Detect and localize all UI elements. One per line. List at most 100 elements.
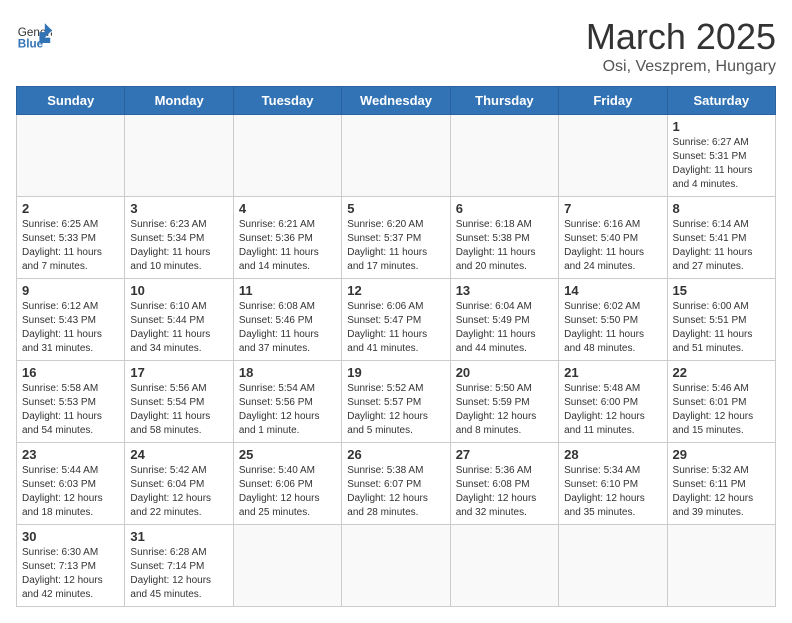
day-number: 26 <box>347 447 444 462</box>
day-number: 27 <box>456 447 553 462</box>
calendar-row-3: 16 Sunrise: 5:58 AM Sunset: 5:53 PM Dayli… <box>17 361 776 443</box>
day-number: 1 <box>673 119 770 134</box>
calendar-cell <box>667 525 775 607</box>
weekday-monday: Monday <box>125 87 233 115</box>
calendar-row-4: 23 Sunrise: 5:44 AM Sunset: 6:03 PM Dayli… <box>17 443 776 525</box>
day-info: Sunrise: 5:44 AM Sunset: 6:03 PM Dayligh… <box>22 464 119 520</box>
day-info: Sunrise: 5:54 AM Sunset: 5:56 PM Dayligh… <box>239 382 336 438</box>
day-info: Sunrise: 6:28 AM Sunset: 7:14 PM Dayligh… <box>130 546 227 602</box>
day-info: Sunrise: 6:02 AM Sunset: 5:50 PM Dayligh… <box>564 300 661 356</box>
calendar-cell: 5 Sunrise: 6:20 AM Sunset: 5:37 PM Daylig… <box>342 197 450 279</box>
calendar-cell: 11 Sunrise: 6:08 AM Sunset: 5:46 PM Dayli… <box>233 279 341 361</box>
day-info: Sunrise: 6:04 AM Sunset: 5:49 PM Dayligh… <box>456 300 553 356</box>
day-info: Sunrise: 6:18 AM Sunset: 5:38 PM Dayligh… <box>456 218 553 274</box>
calendar-cell: 16 Sunrise: 5:58 AM Sunset: 5:53 PM Dayli… <box>17 361 125 443</box>
day-number: 23 <box>22 447 119 462</box>
day-number: 21 <box>564 365 661 380</box>
calendar-cell <box>450 115 558 197</box>
day-info: Sunrise: 6:14 AM Sunset: 5:41 PM Dayligh… <box>673 218 770 274</box>
day-info: Sunrise: 6:21 AM Sunset: 5:36 PM Dayligh… <box>239 218 336 274</box>
calendar-cell: 13Sunrise: 6:04 AM Sunset: 5:49 PM Dayli… <box>450 279 558 361</box>
calendar-row-2: 9 Sunrise: 6:12 AM Sunset: 5:43 PM Daylig… <box>17 279 776 361</box>
day-info: Sunrise: 5:52 AM Sunset: 5:57 PM Dayligh… <box>347 382 444 438</box>
day-number: 10 <box>130 283 227 298</box>
day-info: Sunrise: 5:48 AM Sunset: 6:00 PM Dayligh… <box>564 382 661 438</box>
calendar-cell <box>233 115 341 197</box>
calendar-row-1: 2Sunrise: 6:25 AM Sunset: 5:33 PM Daylig… <box>17 197 776 279</box>
day-info: Sunrise: 5:42 AM Sunset: 6:04 PM Dayligh… <box>130 464 227 520</box>
calendar-cell: 14 Sunrise: 6:02 AM Sunset: 5:50 PM Dayli… <box>559 279 667 361</box>
day-info: Sunrise: 6:27 AM Sunset: 5:31 PM Dayligh… <box>673 136 770 192</box>
calendar-cell: 24Sunrise: 5:42 AM Sunset: 6:04 PM Dayli… <box>125 443 233 525</box>
day-info: Sunrise: 6:08 AM Sunset: 5:46 PM Dayligh… <box>239 300 336 356</box>
day-number: 9 <box>22 283 119 298</box>
calendar-cell <box>342 525 450 607</box>
calendar-cell: 21 Sunrise: 5:48 AM Sunset: 6:00 PM Dayli… <box>559 361 667 443</box>
logo: General Blue <box>16 16 52 52</box>
day-info: Sunrise: 6:25 AM Sunset: 5:33 PM Dayligh… <box>22 218 119 274</box>
day-info: Sunrise: 5:58 AM Sunset: 5:53 PM Dayligh… <box>22 382 119 438</box>
calendar-cell: 10Sunrise: 6:10 AM Sunset: 5:44 PM Dayli… <box>125 279 233 361</box>
calendar-cell <box>125 115 233 197</box>
day-info: Sunrise: 5:50 AM Sunset: 5:59 PM Dayligh… <box>456 382 553 438</box>
calendar-cell <box>342 115 450 197</box>
month-year: March 2025 <box>586 16 776 58</box>
calendar-cell: 28Sunrise: 5:34 AM Sunset: 6:10 PM Dayli… <box>559 443 667 525</box>
calendar-cell: 6 Sunrise: 6:18 AM Sunset: 5:38 PM Daylig… <box>450 197 558 279</box>
calendar-cell: 30 Sunrise: 6:30 AM Sunset: 7:13 PM Dayli… <box>17 525 125 607</box>
day-number: 6 <box>456 201 553 216</box>
day-info: Sunrise: 6:23 AM Sunset: 5:34 PM Dayligh… <box>130 218 227 274</box>
day-number: 20 <box>456 365 553 380</box>
day-number: 3 <box>130 201 227 216</box>
day-number: 28 <box>564 447 661 462</box>
calendar-cell: 19Sunrise: 5:52 AM Sunset: 5:57 PM Dayli… <box>342 361 450 443</box>
calendar-cell: 26 Sunrise: 5:38 AM Sunset: 6:07 PM Dayli… <box>342 443 450 525</box>
calendar-cell <box>450 525 558 607</box>
day-number: 30 <box>22 529 119 544</box>
calendar-cell <box>559 115 667 197</box>
calendar-cell: 3 Sunrise: 6:23 AM Sunset: 5:34 PM Daylig… <box>125 197 233 279</box>
calendar-table: SundayMondayTuesdayWednesdayThursdayFrid… <box>16 86 776 607</box>
day-number: 15 <box>673 283 770 298</box>
weekday-sunday: Sunday <box>17 87 125 115</box>
day-number: 14 <box>564 283 661 298</box>
day-number: 8 <box>673 201 770 216</box>
day-info: Sunrise: 6:30 AM Sunset: 7:13 PM Dayligh… <box>22 546 119 602</box>
day-number: 16 <box>22 365 119 380</box>
calendar-cell: 25Sunrise: 5:40 AM Sunset: 6:06 PM Dayli… <box>233 443 341 525</box>
day-number: 12 <box>347 283 444 298</box>
day-number: 22 <box>673 365 770 380</box>
calendar-cell: 27 Sunrise: 5:36 AM Sunset: 6:08 PM Dayli… <box>450 443 558 525</box>
day-number: 17 <box>130 365 227 380</box>
day-number: 11 <box>239 283 336 298</box>
calendar-cell: 9 Sunrise: 6:12 AM Sunset: 5:43 PM Daylig… <box>17 279 125 361</box>
day-info: Sunrise: 5:56 AM Sunset: 5:54 PM Dayligh… <box>130 382 227 438</box>
day-info: Sunrise: 6:00 AM Sunset: 5:51 PM Dayligh… <box>673 300 770 356</box>
calendar-row-0: 1 Sunrise: 6:27 AM Sunset: 5:31 PM Daylig… <box>17 115 776 197</box>
calendar-cell: 31 Sunrise: 6:28 AM Sunset: 7:14 PM Dayli… <box>125 525 233 607</box>
calendar-cell: 1 Sunrise: 6:27 AM Sunset: 5:31 PM Daylig… <box>667 115 775 197</box>
calendar-cell: 8 Sunrise: 6:14 AM Sunset: 5:41 PM Daylig… <box>667 197 775 279</box>
day-number: 5 <box>347 201 444 216</box>
weekday-header-row: SundayMondayTuesdayWednesdayThursdayFrid… <box>17 87 776 115</box>
header: General Blue March 2025 Osi, Veszprem, H… <box>16 16 776 76</box>
weekday-friday: Friday <box>559 87 667 115</box>
day-info: Sunrise: 6:20 AM Sunset: 5:37 PM Dayligh… <box>347 218 444 274</box>
calendar-cell: 15 Sunrise: 6:00 AM Sunset: 5:51 PM Dayli… <box>667 279 775 361</box>
calendar-cell: 12Sunrise: 6:06 AM Sunset: 5:47 PM Dayli… <box>342 279 450 361</box>
day-info: Sunrise: 6:16 AM Sunset: 5:40 PM Dayligh… <box>564 218 661 274</box>
day-info: Sunrise: 5:38 AM Sunset: 6:07 PM Dayligh… <box>347 464 444 520</box>
calendar-cell: 2Sunrise: 6:25 AM Sunset: 5:33 PM Daylig… <box>17 197 125 279</box>
location: Osi, Veszprem, Hungary <box>586 58 776 76</box>
day-info: Sunrise: 6:12 AM Sunset: 5:43 PM Dayligh… <box>22 300 119 356</box>
calendar-cell: 29Sunrise: 5:32 AM Sunset: 6:11 PM Dayli… <box>667 443 775 525</box>
title-block: March 2025 Osi, Veszprem, Hungary <box>586 16 776 76</box>
day-info: Sunrise: 5:36 AM Sunset: 6:08 PM Dayligh… <box>456 464 553 520</box>
calendar-cell: 7Sunrise: 6:16 AM Sunset: 5:40 PM Daylig… <box>559 197 667 279</box>
calendar-cell <box>233 525 341 607</box>
day-number: 31 <box>130 529 227 544</box>
calendar-cell: 17 Sunrise: 5:56 AM Sunset: 5:54 PM Dayli… <box>125 361 233 443</box>
calendar-row-5: 30 Sunrise: 6:30 AM Sunset: 7:13 PM Dayli… <box>17 525 776 607</box>
calendar-cell: 18Sunrise: 5:54 AM Sunset: 5:56 PM Dayli… <box>233 361 341 443</box>
day-number: 25 <box>239 447 336 462</box>
